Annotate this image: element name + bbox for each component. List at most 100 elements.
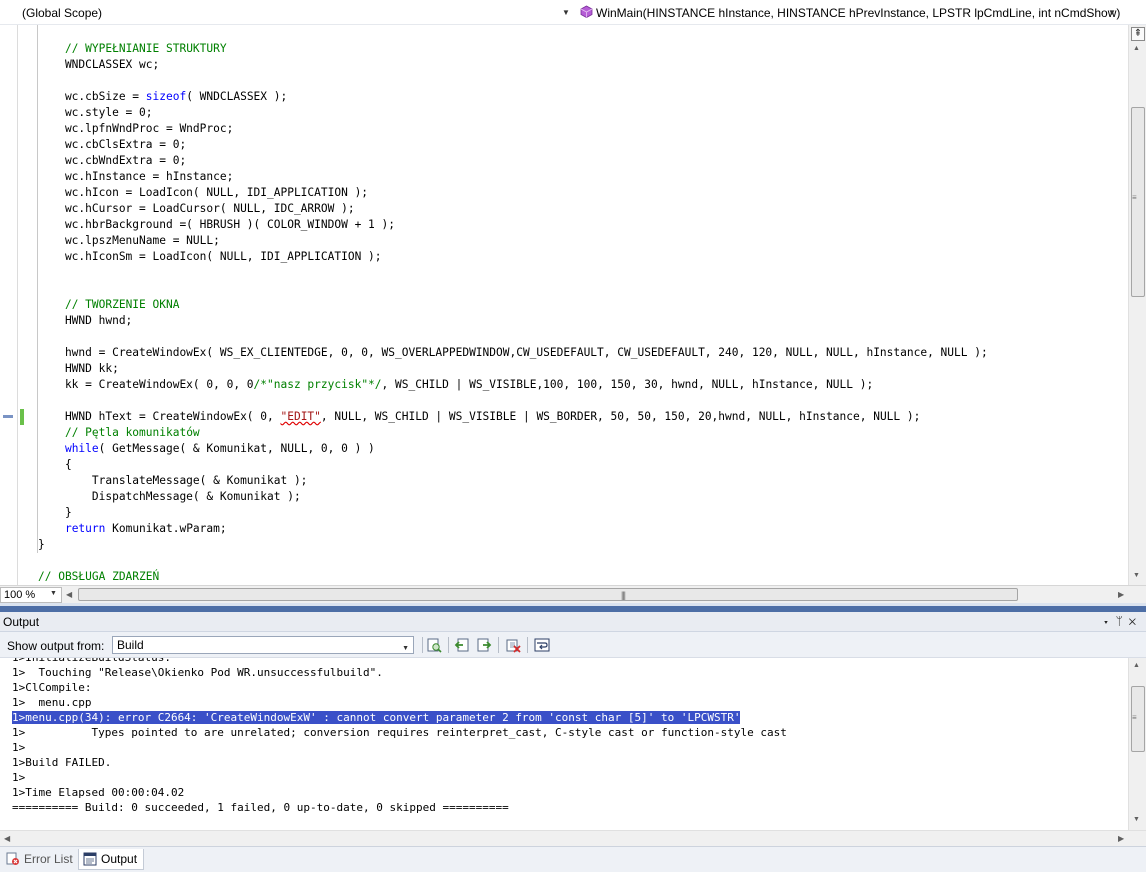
scroll-up-arrow-icon[interactable]: ▲ — [1133, 45, 1140, 52]
window-position-icon[interactable]: ▾ — [1102, 614, 1115, 628]
navigation-bar: (Global Scope) ▼ WinMain(HINSTANCE hInst… — [0, 0, 1146, 25]
output-line[interactable]: 1>ClCompile: — [12, 680, 787, 695]
code-line[interactable]: wc.cbWndExtra = 0; — [38, 153, 988, 169]
go-to-previous-message-icon[interactable] — [454, 637, 470, 653]
zoom-value: 100 % — [4, 589, 36, 601]
code-line[interactable]: { — [38, 457, 988, 473]
code-line[interactable]: HWND kk; — [38, 361, 988, 377]
auto-hide-pin-icon[interactable]: ᛘ — [1116, 614, 1129, 628]
code-line[interactable]: DispatchMessage( & Komunikat ); — [38, 489, 988, 505]
scope-chevron-down-icon[interactable]: ▼ — [562, 8, 570, 17]
code-line[interactable] — [38, 281, 988, 297]
clear-all-icon[interactable] — [505, 637, 521, 653]
code-line[interactable]: WNDCLASSEX wc; — [38, 57, 988, 73]
code-line[interactable]: } — [38, 505, 988, 521]
code-token: DispatchMessage( & Komunikat ); — [38, 490, 301, 503]
scroll-left-arrow-icon[interactable]: ◀ — [4, 834, 10, 843]
output-line-text: 1>Build FAILED. — [12, 756, 112, 769]
scroll-down-arrow-icon[interactable]: ▼ — [1133, 816, 1140, 823]
output-log[interactable]: 1>InitializeBuildStatus: 1> Touching "Rel… — [12, 658, 787, 815]
function-chevron-down-icon[interactable]: ▼ — [1108, 8, 1116, 17]
code-line[interactable]: wc.lpfnWndProc = WndProc; — [38, 121, 988, 137]
code-text[interactable]: // WYPEŁNIANIE STRUKTURY WNDCLASSEX wc; … — [38, 41, 988, 585]
code-line[interactable]: while( GetMessage( & Komunikat, NULL, 0,… — [38, 441, 988, 457]
code-line[interactable]: wc.hIcon = LoadIcon( NULL, IDI_APPLICATI… — [38, 185, 988, 201]
output-line[interactable]: ========== Build: 0 succeeded, 1 failed,… — [12, 800, 787, 815]
toolbar-separator — [527, 637, 528, 653]
go-to-next-message-icon[interactable] — [476, 637, 492, 653]
output-line[interactable]: 1>Build FAILED. — [12, 755, 787, 770]
code-line[interactable] — [38, 265, 988, 281]
function-dropdown[interactable]: WinMain(HINSTANCE hInstance, HINSTANCE h… — [596, 6, 1120, 20]
output-text-area[interactable]: 1>InitializeBuildStatus: 1> Touching "Rel… — [0, 658, 1128, 830]
editor-scroll-thumb[interactable] — [1131, 107, 1145, 297]
output-horizontal-scrollbar[interactable]: ◀ ▶ — [0, 830, 1146, 846]
code-line[interactable]: } — [38, 537, 988, 553]
tab-label: Error List — [24, 852, 73, 866]
code-token: } — [38, 506, 72, 519]
output-line-text: 1> Touching "Release\Okienko Pod WR.unsu… — [12, 666, 383, 679]
output-line-text: 1>InitializeBuildStatus: — [12, 658, 171, 664]
scroll-left-arrow-icon[interactable]: ◀ — [66, 590, 72, 599]
code-line[interactable]: wc.cbClsExtra = 0; — [38, 137, 988, 153]
output-line[interactable]: 1>Time Elapsed 00:00:04.02 — [12, 785, 787, 800]
toolbar-separator — [498, 637, 499, 653]
selected-error-message: 1>menu.cpp(34): error C2664: 'CreateWind… — [12, 711, 741, 724]
panel-splitter[interactable] — [0, 603, 1146, 612]
scroll-up-arrow-icon[interactable]: ▲ — [1133, 662, 1140, 669]
code-line[interactable]: wc.hInstance = hInstance; — [38, 169, 988, 185]
code-line[interactable]: // OBSŁUGA ZDARZEŃ — [38, 569, 988, 585]
output-line[interactable]: 1>menu.cpp(34): error C2664: 'CreateWind… — [12, 710, 787, 725]
toggle-word-wrap-icon[interactable] — [534, 637, 550, 653]
code-line[interactable]: wc.hbrBackground =( HBRUSH )( COLOR_WIND… — [38, 217, 988, 233]
output-line[interactable]: 1>InitializeBuildStatus: — [12, 658, 787, 665]
output-line[interactable]: 1> — [12, 770, 787, 785]
code-token: wc.cbClsExtra = 0; — [38, 138, 187, 151]
code-line[interactable]: kk = CreateWindowEx( 0, 0, 0/*"nasz przy… — [38, 377, 988, 393]
code-line[interactable]: wc.cbSize = sizeof( WNDCLASSEX ); — [38, 89, 988, 105]
code-line[interactable] — [38, 329, 988, 345]
code-line[interactable]: // TWORZENIE OKNA — [38, 297, 988, 313]
tab-error-list[interactable]: Error List — [2, 849, 79, 870]
code-line[interactable] — [38, 393, 988, 409]
close-icon[interactable]: ✕ — [1129, 614, 1142, 628]
code-line[interactable]: HWND hText = CreateWindowEx( 0, "EDIT", … — [38, 409, 988, 425]
code-line[interactable]: hwnd = CreateWindowEx( WS_EX_CLIENTEDGE,… — [38, 345, 988, 361]
code-token: wc.hbrBackground =( HBRUSH )( COLOR_WIND… — [38, 218, 395, 231]
scroll-right-arrow-icon[interactable]: ▶ — [1118, 834, 1124, 843]
split-window-button[interactable]: ⇞ — [1131, 27, 1145, 41]
find-message-in-code-icon[interactable] — [426, 637, 442, 653]
code-comment: // OBSŁUGA ZDARZEŃ — [38, 570, 160, 583]
code-line[interactable]: HWND hwnd; — [38, 313, 988, 329]
scope-dropdown[interactable]: (Global Scope) — [22, 6, 102, 20]
output-vertical-scrollbar[interactable]: ▲ ≡ ▼ — [1128, 658, 1146, 830]
code-line[interactable]: wc.lpszMenuName = NULL; — [38, 233, 988, 249]
zoom-chevron-down-icon[interactable]: ▼ — [50, 590, 57, 597]
editor-bottom-bar: 100 % ▼ ◀ ||| ▶ — [0, 585, 1146, 603]
code-line[interactable]: return Komunikat.wParam; — [38, 521, 988, 537]
code-line[interactable]: wc.style = 0; — [38, 105, 988, 121]
code-editor[interactable]: // WYPEŁNIANIE STRUKTURY WNDCLASSEX wc; … — [0, 25, 1128, 585]
scroll-right-arrow-icon[interactable]: ▶ — [1118, 590, 1124, 599]
scroll-down-arrow-icon[interactable]: ▼ — [1133, 572, 1140, 579]
output-line[interactable]: 1> Touching "Release\Okienko Pod WR.unsu… — [12, 665, 787, 680]
code-line[interactable] — [38, 73, 988, 89]
code-line[interactable]: TranslateMessage( & Komunikat ); — [38, 473, 988, 489]
output-source-select[interactable]: Build ▼ — [112, 636, 414, 654]
tab-output[interactable]: Output — [78, 849, 145, 870]
code-keyword: sizeof — [145, 90, 187, 103]
code-line[interactable]: wc.hCursor = LoadCursor( NULL, IDC_ARROW… — [38, 201, 988, 217]
code-line[interactable]: // Pętla komunikatów — [38, 425, 988, 441]
editor-vertical-scrollbar[interactable]: ⇞ ▲ ≡ ▼ — [1128, 25, 1146, 585]
output-window-icon — [83, 852, 97, 866]
editor-horizontal-scroll-thumb[interactable]: ||| — [78, 588, 1018, 601]
code-line[interactable] — [38, 553, 988, 569]
code-line[interactable]: wc.hIconSm = LoadIcon( NULL, IDI_APPLICA… — [38, 249, 988, 265]
output-line[interactable]: 1> menu.cpp — [12, 695, 787, 710]
chevron-down-icon[interactable]: ▼ — [402, 641, 409, 657]
code-line[interactable]: // WYPEŁNIANIE STRUKTURY — [38, 41, 988, 57]
output-line[interactable]: 1> Types pointed to are unrelated; conve… — [12, 725, 787, 740]
output-line[interactable]: 1> — [12, 740, 787, 755]
